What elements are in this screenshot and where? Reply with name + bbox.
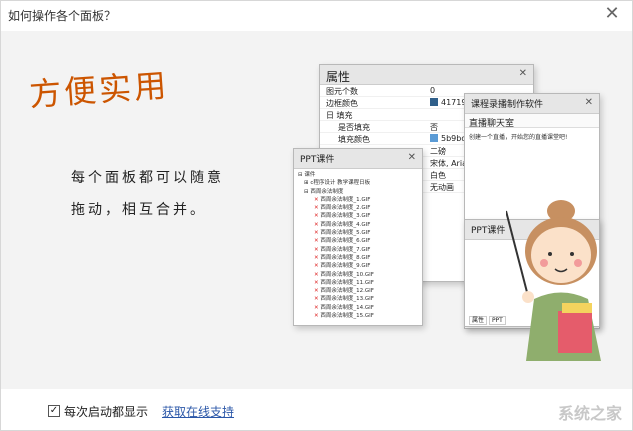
ppt-panel: PPT课件 ✕ ⊟ 课件 ⊞ c程序设计 教学课程日板 ⊟ 西周余法制度 西周余… [293, 148, 423, 326]
show-on-startup-label[interactable]: 每次启动都显示 [64, 403, 148, 420]
tab-ppt: PPT [488, 316, 506, 325]
tree-file: 西周余法制度_15.GIF [314, 312, 418, 320]
tree-file: 西周余法制度_5.GIF [314, 229, 418, 237]
properties-panel-title: 属性 [326, 70, 351, 84]
tree-folder-label: c程序设计 教学课程日板 [310, 180, 371, 187]
property-group: 日 填充 [326, 111, 353, 120]
tab-properties: 属性 [469, 316, 488, 325]
close-icon: ✕ [407, 152, 416, 163]
tree-folder-label: 西周余法制度 [310, 188, 344, 195]
tree-file-list: 西周余法制度_1.GIF西周余法制度_2.GIF西周余法制度_3.GIF西周余法… [298, 196, 418, 320]
tree-file: 西周余法制度_7.GIF [314, 246, 418, 254]
property-value: 41719 [430, 98, 466, 107]
tree-file: 西周余法制度_4.GIF [314, 221, 418, 229]
tree-file: 西周余法制度_2.GIF [314, 204, 418, 212]
tree-file: 西周余法制度_13.GIF [314, 295, 418, 303]
course-panel-title: 课程录播制作软件 [471, 100, 544, 110]
property-value-text: 5b9bd [441, 134, 467, 143]
property-value: 无动画 [430, 183, 454, 192]
chatroom-header: 直播聊天室 [465, 114, 599, 129]
property-value: 白色 [430, 171, 446, 180]
property-value-text: 41719 [441, 98, 467, 107]
property-key: 填充颜色 [338, 135, 370, 144]
title-bar: 如何操作各个面板？ ✕ [1, 1, 632, 31]
property-value: 0 [430, 86, 436, 95]
hero-description-line-2: 拖动，相互合并。 [71, 202, 207, 218]
ppt-panel-header: PPT课件 ✕ [294, 149, 422, 169]
tree-file: 西周余法制度_9.GIF [314, 262, 418, 270]
color-swatch [430, 98, 438, 106]
tree-file: 西周余法制度_14.GIF [314, 304, 418, 312]
file-tree: ⊟ 课件 ⊞ c程序设计 教学课程日板 ⊟ 西周余法制度 西周余法制度_1.GI… [294, 169, 422, 322]
window-title: 如何操作各个面板？ [8, 9, 117, 23]
properties-panel-header: 属性 ✕ [320, 65, 533, 85]
tree-file: 西周余法制度_11.GIF [314, 279, 418, 287]
property-value: 否 [430, 123, 438, 132]
tree-file: 西周余法制度_3.GIF [314, 212, 418, 220]
tree-file: 西周余法制度_1.GIF [314, 196, 418, 204]
color-swatch [430, 134, 438, 142]
chatroom-title: 直播聊天室 [469, 119, 515, 129]
tree-root: ⊟ 课件 [298, 172, 316, 178]
property-value: 二磅 [430, 147, 446, 156]
hero-headline: 方便实用 [27, 66, 171, 114]
close-icon: ✕ [584, 97, 593, 108]
property-value: 宋体, Aria [430, 159, 467, 168]
tips-dialog: 如何操作各个面板？ ✕ 方便实用 每个面板都可以随意 拖动，相互合并。 属性 ✕… [0, 0, 633, 431]
property-key: 图元个数 [326, 87, 358, 96]
watermark-text: 系统之家 [557, 404, 622, 423]
tree-root-label: 课件 [304, 172, 316, 178]
online-support-link[interactable]: 获取在线支持 [162, 403, 234, 420]
tree-folder: ⊟ 西周余法制度 [304, 188, 344, 195]
property-key: 边框颜色 [326, 99, 358, 108]
show-on-startup-checkbox[interactable]: ✓ [48, 405, 60, 417]
tree-file: 西周余法制度_6.GIF [314, 237, 418, 245]
ppt-small-panel-title: PPT课件 [471, 226, 506, 236]
tree-folder: ⊞ c程序设计 教学课程日板 [304, 180, 371, 187]
course-panel-header: 课程录播制作软件 ✕ [465, 94, 599, 114]
property-value: 5b9bd [430, 134, 466, 143]
panel-tabs: 属性 PPT [469, 315, 506, 325]
hero-description-line-1: 每个面板都可以随意 [71, 170, 224, 186]
chatroom-note: 创建一个直播，开始您的直播课堂吧! [469, 134, 568, 141]
tree-file: 西周余法制度_10.GIF [314, 271, 418, 279]
close-icon[interactable]: ✕ [602, 4, 622, 24]
tree-file: 西周余法制度_8.GIF [314, 254, 418, 262]
ppt-panel-title: PPT课件 [300, 155, 335, 165]
tree-file: 西周余法制度_12.GIF [314, 287, 418, 295]
cartoon-girl-illustration [506, 200, 601, 361]
close-icon: ✕ [518, 68, 527, 79]
property-key: 是否填充 [338, 123, 370, 132]
